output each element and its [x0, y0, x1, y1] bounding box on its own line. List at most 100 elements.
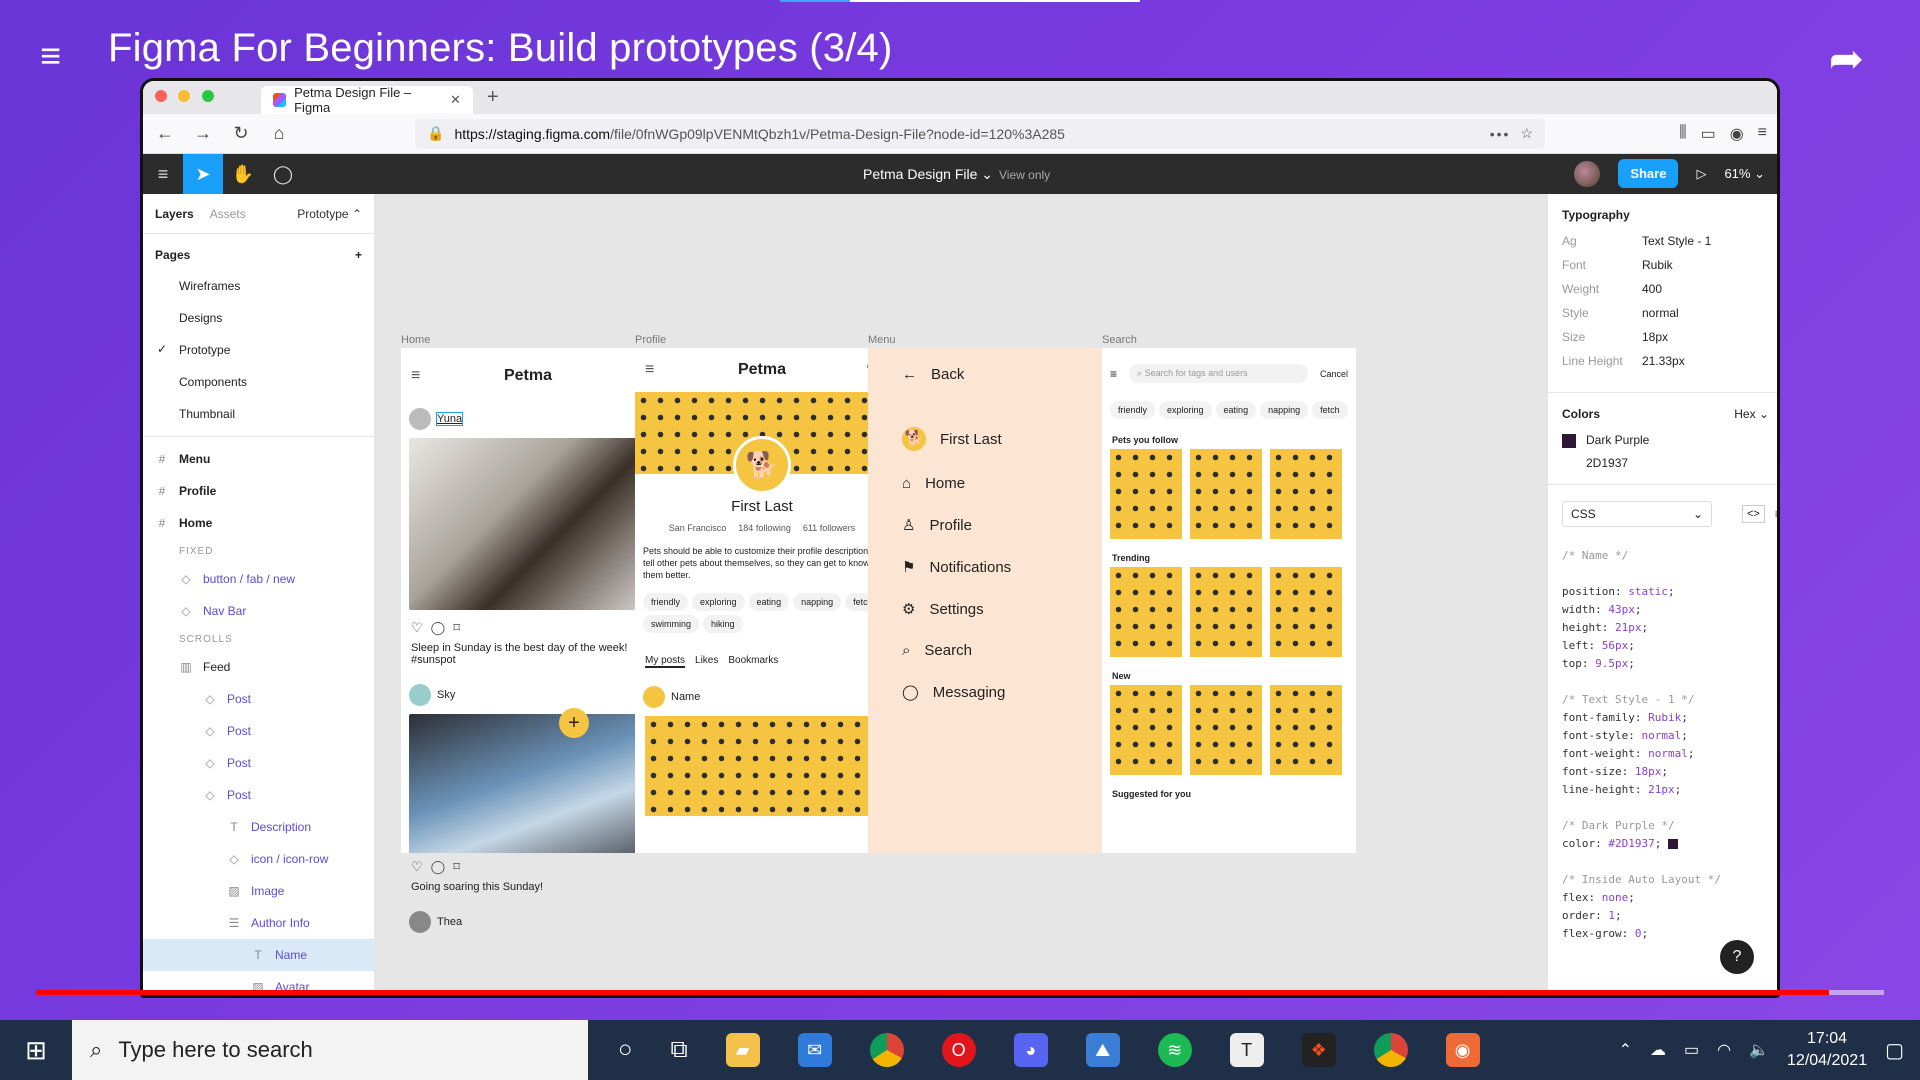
battery-icon[interactable]: ▭: [1684, 1040, 1699, 1060]
tag-chip[interactable]: napping: [793, 593, 842, 611]
search-frame[interactable]: ≡ ⌕ Search for tags and users Cancel fri…: [1102, 348, 1356, 853]
layer-component[interactable]: ◇ Nav Bar: [143, 595, 374, 627]
menu-user[interactable]: 🐕 First Last: [868, 415, 1122, 463]
menu-frame[interactable]: ← Back 🐕 First Last ⌂ Home ♙ Profile ⚑ Notifi…: [868, 348, 1122, 853]
layer-post[interactable]: ◇ Post: [143, 747, 374, 779]
page-item[interactable]: Designs: [143, 302, 374, 334]
home-icon[interactable]: ⌂: [267, 123, 291, 144]
chevron-up-icon[interactable]: ⌃: [1619, 1040, 1632, 1060]
help-button[interactable]: ?: [1720, 940, 1754, 974]
tab-bookmarks[interactable]: Bookmarks: [728, 655, 778, 668]
address-bar[interactable]: 🔒 https://staging.figma.com/file/0fnWGp0…: [415, 118, 1545, 149]
tab-my-posts[interactable]: My posts: [645, 655, 686, 668]
pet-card[interactable]: [1190, 685, 1262, 775]
taskbar-search[interactable]: ⌕ Type here to search: [72, 1020, 588, 1080]
frame-label-menu[interactable]: Menu: [868, 334, 896, 346]
search-input[interactable]: ⌕ Search for tags and users: [1129, 364, 1308, 383]
layer-component[interactable]: ◇ button / fab / new: [143, 563, 374, 595]
pet-card[interactable]: [1190, 449, 1262, 539]
layer-feed[interactable]: ▥ Feed: [143, 651, 374, 683]
home-frame[interactable]: ≡Petma⌕ Yuna ♡◯⌑ Sleep in Sunday is the …: [401, 348, 655, 853]
menu-icon[interactable]: ≡: [645, 361, 654, 379]
pet-card[interactable]: [1270, 685, 1342, 775]
back-arrow-icon[interactable]: ←: [153, 123, 177, 144]
menu-item-profile[interactable]: ♙ Profile: [868, 504, 1122, 546]
photos-icon[interactable]: ⛰: [1085, 1033, 1120, 1067]
layer-frame[interactable]: # Menu: [143, 443, 374, 475]
frame-label-home[interactable]: Home: [401, 334, 430, 346]
chrome-icon[interactable]: [1373, 1033, 1408, 1067]
layer-name-selected[interactable]: T Name: [143, 939, 374, 971]
fab-add-icon[interactable]: +: [559, 708, 589, 738]
page-item[interactable]: Wireframes: [143, 270, 374, 302]
menu-item-home[interactable]: ⌂ Home: [868, 463, 1122, 504]
hand-tool-icon[interactable]: ✋: [223, 154, 263, 194]
tag-chip[interactable]: swimming: [643, 615, 700, 633]
recording-app-icon[interactable]: ◉: [1445, 1033, 1480, 1067]
reload-icon[interactable]: ↻: [229, 123, 253, 144]
zoom-level[interactable]: 61% ⌄: [1724, 166, 1765, 182]
frame-label-search[interactable]: Search: [1102, 334, 1137, 346]
frame-label-profile[interactable]: Profile: [635, 334, 666, 346]
browser-tab[interactable]: Petma Design File – Figma ✕: [260, 85, 473, 115]
tab-layers[interactable]: Layers: [155, 207, 194, 221]
file-name[interactable]: Petma Design File ⌄ View only: [863, 166, 1050, 183]
layer-frame[interactable]: # Home: [143, 507, 374, 539]
account-icon[interactable]: ◉: [1730, 124, 1744, 144]
layer-image[interactable]: ▨ Image: [143, 875, 374, 907]
volume-icon[interactable]: 🔈: [1749, 1040, 1769, 1060]
typora-icon[interactable]: T: [1229, 1033, 1264, 1067]
playlist-icon[interactable]: ≡: [40, 36, 80, 76]
tag-chip[interactable]: napping: [1260, 401, 1309, 419]
profile-frame[interactable]: ≡Petma✎ 🐕 First Last San Francisco184 fo…: [635, 348, 889, 853]
layer-frame[interactable]: # Profile: [143, 475, 374, 507]
new-tab-icon[interactable]: +: [487, 86, 499, 109]
discord-icon[interactable]: ◕: [1013, 1033, 1048, 1067]
tag-chip[interactable]: eating: [1215, 401, 1257, 419]
wifi-icon[interactable]: ◠: [1717, 1040, 1731, 1060]
color-format-select[interactable]: Hex ⌄: [1734, 407, 1769, 421]
menu-icon[interactable]: ≡: [411, 367, 420, 385]
menu-item-notifications[interactable]: ⚑ Notifications: [868, 546, 1122, 588]
user-avatar[interactable]: [1574, 160, 1601, 187]
menu-icon[interactable]: ≡: [1110, 367, 1117, 381]
pet-card[interactable]: [1190, 567, 1262, 657]
cancel-button[interactable]: Cancel: [1320, 369, 1348, 379]
maximize-window-button[interactable]: [201, 89, 214, 102]
pet-card[interactable]: [1110, 449, 1182, 539]
code-view-icon[interactable]: <>: [1742, 504, 1765, 523]
tag-chip[interactable]: eating: [748, 593, 790, 611]
notifications-icon[interactable]: ▢: [1885, 1038, 1904, 1063]
share-button[interactable]: Share: [1618, 159, 1679, 188]
color-swatch-row[interactable]: Dark Purple: [1562, 433, 1769, 448]
page-item[interactable]: Components: [143, 366, 374, 398]
color-hex[interactable]: 2D1937: [1562, 456, 1769, 470]
cortana-icon[interactable]: ○: [618, 1036, 633, 1064]
close-window-button[interactable]: [155, 89, 167, 102]
forward-arrow-icon[interactable]: →: [191, 123, 215, 144]
pet-card[interactable]: [1110, 685, 1182, 775]
app-menu-icon[interactable]: ≡: [1758, 124, 1767, 144]
page-selector[interactable]: Prototype ⌃: [297, 207, 362, 221]
cloud-icon[interactable]: ☁: [1650, 1040, 1666, 1060]
tag-chip[interactable]: exploring: [692, 593, 745, 611]
share-icon[interactable]: ➦: [1829, 34, 1864, 83]
main-menu-icon[interactable]: ≡: [143, 154, 183, 194]
page-actions-icon[interactable]: •••: [1490, 126, 1511, 142]
layer-post[interactable]: ◇ Post: [143, 683, 374, 715]
sidebar-icon[interactable]: ▭: [1701, 124, 1716, 144]
layer-description[interactable]: T Description: [143, 811, 374, 843]
mail-icon[interactable]: ✉: [797, 1033, 832, 1067]
tag-chip[interactable]: hiking: [703, 615, 743, 633]
clock[interactable]: 17:04 12/04/2021: [1787, 1028, 1867, 1072]
menu-item-search[interactable]: ⌕ Search: [868, 630, 1122, 671]
page-item[interactable]: Thumbnail: [143, 398, 374, 430]
menu-item-messaging[interactable]: ◯ Messaging: [868, 671, 1122, 713]
author-name[interactable]: Yuna: [435, 412, 464, 426]
present-play-icon[interactable]: ▷: [1696, 166, 1706, 182]
tab-likes[interactable]: Likes: [695, 655, 718, 668]
figma-icon[interactable]: ❖: [1301, 1033, 1336, 1067]
tag-chip[interactable]: friendly: [1110, 401, 1156, 419]
canvas[interactable]: Home Profile Menu Search ≡Petma⌕ Yuna ♡◯…: [375, 194, 1547, 995]
menu-item-settings[interactable]: ⚙ Settings: [868, 588, 1122, 630]
